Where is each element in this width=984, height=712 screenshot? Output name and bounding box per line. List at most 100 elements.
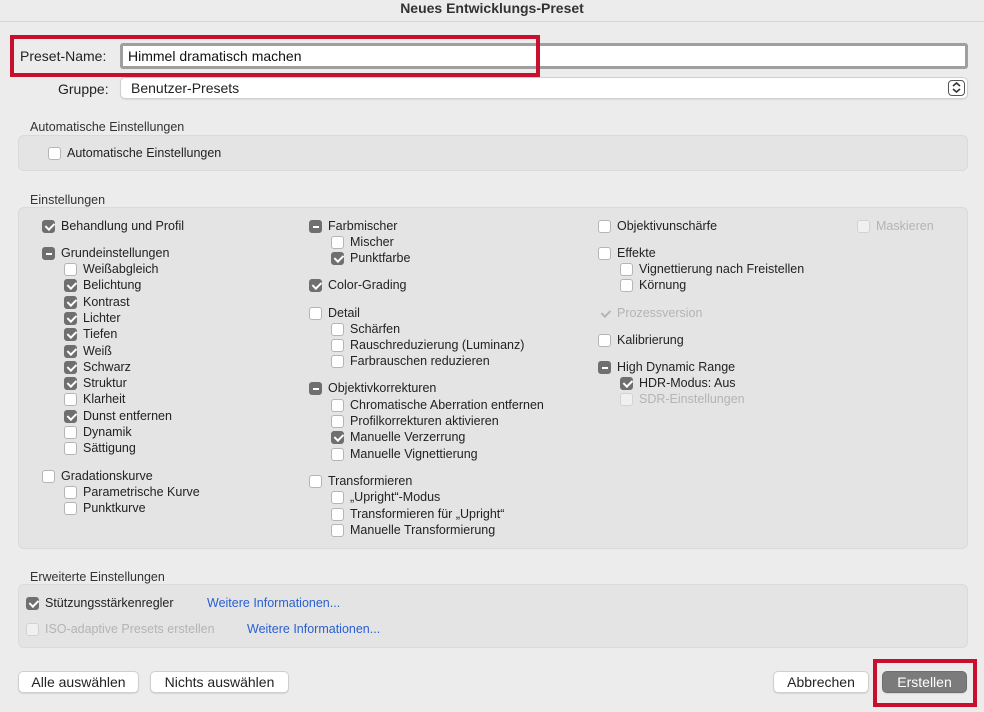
cb-kontrast[interactable]: Kontrast <box>64 294 130 310</box>
cb-klarheit[interactable]: Klarheit <box>64 391 125 407</box>
cb-vignettierung-freistellen[interactable]: Vignettierung nach Freistellen <box>620 261 804 277</box>
checkbox-box <box>331 507 344 521</box>
checkbox-label: Objektivkorrekturen <box>328 381 437 395</box>
more-info-link-stuetz[interactable]: Weitere Informationen... <box>207 596 340 610</box>
cb-hdr[interactable]: High Dynamic Range <box>598 359 735 375</box>
create-button[interactable]: Erstellen <box>882 671 967 693</box>
cb-koernung[interactable]: Körnung <box>620 277 686 293</box>
checkbox-label: Farbrauschen reduzieren <box>350 354 490 368</box>
cb-belichtung[interactable]: Belichtung <box>64 277 141 293</box>
select-none-button[interactable]: Nichts auswählen <box>150 671 289 693</box>
checkbox-box <box>331 354 344 368</box>
cancel-button[interactable]: Abbrechen <box>773 671 869 693</box>
cb-tiefen[interactable]: Tiefen <box>64 326 117 342</box>
cb-chromatisch[interactable]: Chromatische Aberration entfernen <box>331 397 544 413</box>
cb-farbrauschen[interactable]: Farbrauschen reduzieren <box>331 353 490 369</box>
cb-parametrisch[interactable]: Parametrische Kurve <box>64 484 200 500</box>
cb-mischer[interactable]: Mischer <box>331 234 394 250</box>
checkbox-box <box>598 360 611 374</box>
checkbox-box <box>309 219 322 233</box>
checkbox-label: Körnung <box>639 278 687 292</box>
cb-manuelle-transformierung[interactable]: Manuelle Transformierung <box>331 522 495 538</box>
checkbox-label: Klarheit <box>83 392 126 406</box>
cb-prozessversion: Prozessversion <box>598 305 702 321</box>
cb-manuelle-vignettierung[interactable]: Manuelle Vignettierung <box>331 446 478 462</box>
checkbox-label: Schwarz <box>83 360 131 374</box>
checkbox-label: Manuelle Transformierung <box>350 523 496 537</box>
cb-schaerfen[interactable]: Schärfen <box>331 321 400 337</box>
checkbox-label: Dynamik <box>83 425 132 439</box>
cb-detail[interactable]: Detail <box>309 305 360 321</box>
checkbox-box <box>331 430 344 444</box>
cb-transformieren[interactable]: Transformieren <box>309 473 412 489</box>
checkbox-box <box>331 523 344 537</box>
checkbox-box <box>26 622 39 636</box>
group-select[interactable]: Benutzer-Presets <box>120 77 968 99</box>
cb-schwarz[interactable]: Schwarz <box>64 359 131 375</box>
checkbox-box <box>331 398 344 412</box>
cb-saettigung[interactable]: Sättigung <box>64 440 136 456</box>
cb-behandlung[interactable]: Behandlung und Profil <box>42 218 184 234</box>
cb-dunst[interactable]: Dunst entfernen <box>64 408 172 424</box>
checkbox-label: Transformieren für „Upright“ <box>350 507 505 521</box>
cb-kalibrierung[interactable]: Kalibrierung <box>598 332 684 348</box>
cb-lichter[interactable]: Lichter <box>64 310 121 326</box>
checkbox-box <box>48 146 61 160</box>
checkbox-box <box>42 246 55 260</box>
cb-rauschreduzierung[interactable]: Rauschreduzierung (Luminanz) <box>331 337 524 353</box>
cb-dynamik[interactable]: Dynamik <box>64 424 132 440</box>
checkbox-label: Color-Grading <box>328 278 407 292</box>
cb-weiss[interactable]: Weiß <box>64 343 112 359</box>
checkbox-label: Manuelle Vignettierung <box>350 447 478 461</box>
select-all-button[interactable]: Alle auswählen <box>18 671 139 693</box>
checkbox-label: Vignettierung nach Freistellen <box>639 262 805 276</box>
cb-objektivunschaerfe[interactable]: Objektivunschärfe <box>598 218 717 234</box>
checkbox-label: Kalibrierung <box>617 333 684 347</box>
checkbox-label: Weiß <box>83 344 112 358</box>
cb-profilkorrekturen[interactable]: Profilkorrekturen aktivieren <box>331 413 499 429</box>
cb-punktfarbe[interactable]: Punktfarbe <box>331 250 410 266</box>
checkbox-label: Dunst entfernen <box>83 409 172 423</box>
cb-maskieren: Maskieren <box>857 218 934 234</box>
checkbox-label: Punktkurve <box>83 501 146 515</box>
cb-gradationskurve[interactable]: Gradationskurve <box>42 468 153 484</box>
checkbox-box <box>857 219 870 233</box>
checkbox-box <box>64 311 77 325</box>
cb-upright-modus[interactable]: „Upright“-Modus <box>331 489 440 505</box>
auto-settings-checkbox[interactable]: Automatische Einstellungen <box>48 145 221 161</box>
more-info-link-iso[interactable]: Weitere Informationen... <box>247 622 380 636</box>
checkbox-box <box>331 414 344 428</box>
checkbox-box <box>64 360 77 374</box>
advanced-section-title: Erweiterte Einstellungen <box>30 570 165 584</box>
settings-section-title: Einstellungen <box>30 193 106 207</box>
checkbox-box <box>64 485 77 499</box>
cb-weissabgleich[interactable]: Weißabgleich <box>64 261 159 277</box>
checkbox-box <box>64 262 77 276</box>
checkbox-label: High Dynamic Range <box>617 360 736 374</box>
checkbox-label: Rauschreduzierung (Luminanz) <box>350 338 525 352</box>
cb-hdr-modus[interactable]: HDR-Modus: Aus <box>620 375 736 391</box>
cb-manuelle-verzerrung[interactable]: Manuelle Verzerrung <box>331 429 465 445</box>
cb-punktkurve[interactable]: Punktkurve <box>64 500 146 516</box>
cb-grundeinstellungen[interactable]: Grundeinstellungen <box>42 245 169 261</box>
cb-stuetzungsstaerkenregler[interactable]: Stützungsstärkenregler <box>26 595 174 611</box>
cb-farbmischer[interactable]: Farbmischer <box>309 218 397 234</box>
cb-effekte[interactable]: Effekte <box>598 245 656 261</box>
checkbox-label: Mischer <box>350 235 394 249</box>
checkbox-label: Schärfen <box>350 322 401 336</box>
checkbox-label: Punktfarbe <box>350 251 411 265</box>
checkbox-box <box>64 409 77 423</box>
cb-color-grading[interactable]: Color-Grading <box>309 277 407 293</box>
cb-objektivkorrekturen[interactable]: Objektivkorrekturen <box>309 380 436 396</box>
checkbox-box <box>42 219 55 233</box>
checkbox-box <box>598 219 611 233</box>
preset-name-input[interactable]: Himmel dramatisch machen <box>120 43 968 69</box>
group-select-value: Benutzer-Presets <box>131 80 240 96</box>
checkbox-label: „Upright“-Modus <box>350 490 441 504</box>
cb-transform-upright[interactable]: Transformieren für „Upright“ <box>331 506 504 522</box>
cb-struktur[interactable]: Struktur <box>64 375 127 391</box>
cb-sdr-einstellungen: SDR-Einstellungen <box>620 391 745 407</box>
checkbox-label: Profilkorrekturen aktivieren <box>350 414 499 428</box>
checkbox-label: HDR-Modus: Aus <box>639 376 736 390</box>
checkbox-box <box>309 474 322 488</box>
